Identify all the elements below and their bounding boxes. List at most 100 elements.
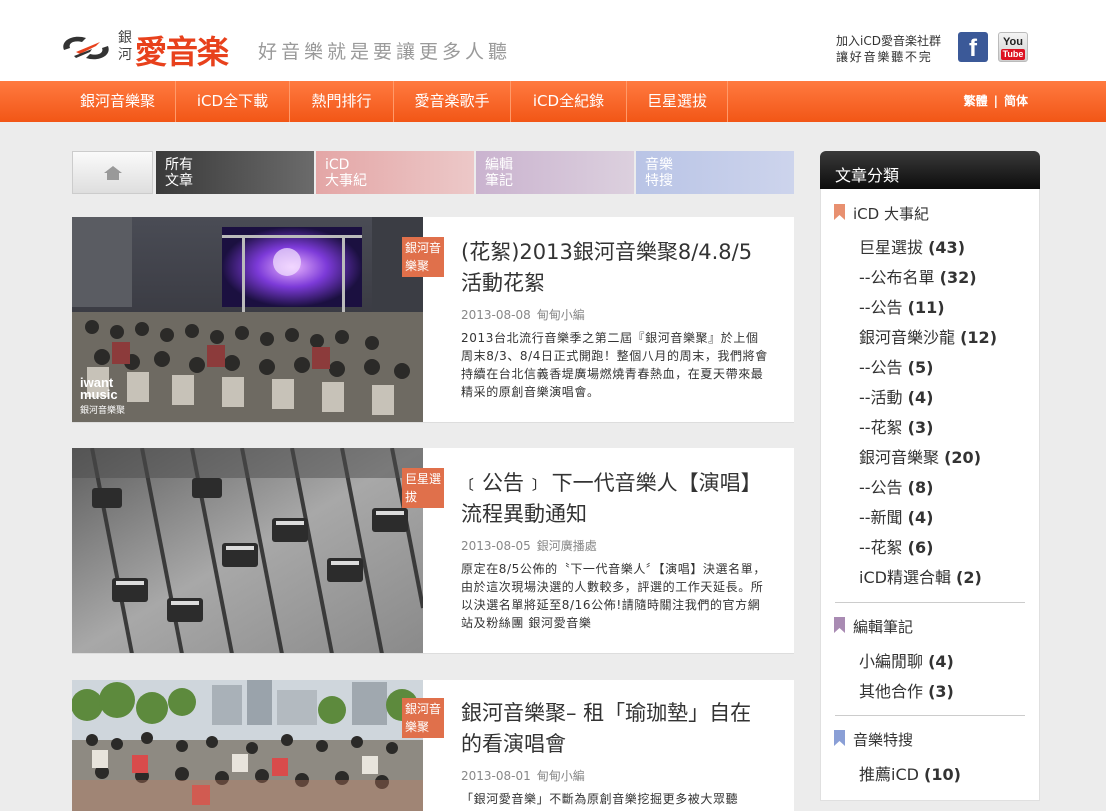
sidebar-item[interactable]: iCD精選合輯 (2) xyxy=(859,564,982,588)
article-author[interactable]: 甸甸小編 xyxy=(537,308,585,322)
article-meta: 2013-08-08 甸甸小編 xyxy=(461,306,585,323)
tab-icd-line1: iCD xyxy=(325,157,350,173)
join-community-text: 加入iCD愛音楽社群 讓好音樂聽不完 xyxy=(836,33,941,65)
sidebar-divider xyxy=(835,602,1025,603)
logo-text[interactable]: 愛音楽 xyxy=(135,27,229,73)
article-title[interactable]: (花絮)2013銀河音樂聚8/4.8/5活動花絮 xyxy=(461,237,761,299)
tab-all-line2: 文章 xyxy=(165,173,193,189)
category-badge[interactable]: 銀河音樂聚 xyxy=(402,698,444,738)
sidebar-category-icd-events[interactable]: iCD 大事紀 xyxy=(853,203,929,224)
sidebar-item-label: --公告 xyxy=(859,298,903,317)
sidebar-item-label: --公布名單 xyxy=(859,268,935,287)
tab-all-line1: 所有 xyxy=(165,157,193,173)
nav-item-icd-download[interactable]: iCD全下載 xyxy=(176,81,290,122)
sidebar-item[interactable]: 推薦iCD (10) xyxy=(859,761,961,785)
article-meta: 2013-08-01 甸甸小編 xyxy=(461,767,585,784)
youtube-label-top: You xyxy=(1003,36,1023,48)
lang-simplified[interactable]: 简体 xyxy=(1004,94,1028,108)
category-badge[interactable]: 巨星選拔 xyxy=(402,468,444,508)
tab-editor-line2: 筆記 xyxy=(485,173,513,189)
tab-music-line1: 音樂 xyxy=(645,157,673,173)
sidebar-item-count: (4) xyxy=(928,652,954,671)
sidebar-item[interactable]: 銀河音樂聚 (20) xyxy=(859,444,981,468)
sidebar-divider xyxy=(835,715,1025,716)
sidebar-item-count: (3) xyxy=(928,682,954,701)
sidebar-item[interactable]: --公告 (5) xyxy=(859,354,933,378)
sidebar-item-label: --活動 xyxy=(859,388,903,407)
lang-traditional[interactable]: 繁體 xyxy=(964,94,988,108)
sidebar-item-label: --公告 xyxy=(859,478,903,497)
tab-music-search[interactable]: 音樂 特搜 xyxy=(636,151,794,194)
tab-icd-line2: 大事紀 xyxy=(325,173,367,189)
sidebar-item-count: (3) xyxy=(907,418,934,437)
sidebar-item[interactable]: --花絮 (6) xyxy=(859,534,933,558)
sidebar-item-label: --公告 xyxy=(859,358,903,377)
sidebar-item-count: (20) xyxy=(944,448,981,467)
article-title[interactable]: 銀河音樂聚– 租「瑜珈墊」自在的看演唱會 xyxy=(461,698,761,760)
sidebar-item-count: (4) xyxy=(907,388,934,407)
tab-music-line2: 特搜 xyxy=(645,173,673,189)
sidebar-item[interactable]: --花絮 (3) xyxy=(859,414,933,438)
sidebar-item[interactable]: --公告 (8) xyxy=(859,474,933,498)
nav-item-star-selection[interactable]: 巨星選拔 xyxy=(627,81,728,122)
sidebar-item-label: --花絮 xyxy=(859,418,903,437)
sidebar-item[interactable]: --公布名單 (32) xyxy=(859,264,977,288)
sidebar-item[interactable]: --活動 (4) xyxy=(859,384,933,408)
sidebar-item-count: (32) xyxy=(939,268,977,287)
article-card: iwant music 銀河音樂聚 銀河音樂聚 (花絮)2013銀河音樂聚8/4… xyxy=(72,217,794,423)
tab-all-articles[interactable]: 所有 文章 xyxy=(156,151,314,194)
article-excerpt: 2013台北流行音樂季之第二屆『銀河音樂聚』於上個周末8/3、8/4日正式開跑！… xyxy=(461,331,768,399)
facebook-icon[interactable]: f xyxy=(958,32,988,62)
nav-item-artists[interactable]: 愛音楽歌手 xyxy=(394,81,511,122)
article-author[interactable]: 銀河廣播處 xyxy=(537,539,597,553)
sidebar-categories: iCD 大事紀 巨星選拔 (43) --公布名單 (32) --公告 (11) … xyxy=(820,189,1040,801)
sidebar-item-count: (5) xyxy=(907,358,934,377)
sidebar-item-count: (11) xyxy=(907,298,945,317)
sidebar-item-count: (43) xyxy=(928,238,965,257)
category-badge[interactable]: 銀河音樂聚 xyxy=(402,237,444,277)
article-card: 巨星選拔 ﹝公告﹞ 下一代音樂人【演唱】流程異動通知 2013-08-05 銀河廣… xyxy=(72,448,794,654)
article-date: 2013-08-08 xyxy=(461,308,531,322)
sidebar-title: 文章分類 xyxy=(820,151,1040,189)
tab-icd-events[interactable]: iCD 大事紀 xyxy=(316,151,474,194)
article-meta: 2013-08-05 銀河廣播處 xyxy=(461,537,597,554)
sidebar-item-label: iCD精選合輯 xyxy=(859,568,951,587)
sidebar-item-label: 小編閒聊 xyxy=(859,652,924,671)
sidebar-item-count: (10) xyxy=(924,765,961,784)
nav-item-galaxy-music[interactable]: 銀河音樂聚 xyxy=(60,81,176,122)
sidebar-item[interactable]: --公告 (11) xyxy=(859,294,945,318)
site-header: 銀河 愛音楽 好音樂就是要讓更多人聽 加入iCD愛音楽社群 讓好音樂聽不完 f … xyxy=(0,0,1106,81)
sidebar-item[interactable]: 巨星選拔 (43) xyxy=(859,234,965,258)
tab-home[interactable] xyxy=(72,151,153,194)
sidebar-category-music-search[interactable]: 音樂特搜 xyxy=(853,729,913,750)
article-title[interactable]: ﹝公告﹞ 下一代音樂人【演唱】流程異動通知 xyxy=(461,468,761,530)
sidebar-item[interactable]: 小編閒聊 (4) xyxy=(859,648,954,672)
article-image-crowd[interactable] xyxy=(72,680,423,811)
article-date: 2013-08-05 xyxy=(461,539,531,553)
sidebar-item-count: (8) xyxy=(907,478,934,497)
article-excerpt: 原定在8/5公佈的〝下一代音樂人〞【演唱】決選名單，由於這次現場決選的人數較多，… xyxy=(461,562,766,630)
article-image-mixer[interactable] xyxy=(72,448,423,654)
bookmark-icon xyxy=(834,730,845,746)
logo-sub-text: 銀河 xyxy=(118,30,132,63)
sidebar-item-label: 推薦iCD xyxy=(859,765,919,784)
site-logo-icon[interactable] xyxy=(56,28,116,68)
sidebar-item-label: 銀河音樂沙龍 xyxy=(859,328,956,347)
sidebar-item-count: (4) xyxy=(907,508,934,527)
lang-separator: | xyxy=(993,94,998,108)
sidebar-category-editor-notes[interactable]: 編輯筆記 xyxy=(853,616,913,637)
tab-editor-notes[interactable]: 編輯 筆記 xyxy=(476,151,634,194)
sidebar-item[interactable]: 其他合作 (3) xyxy=(859,678,954,702)
watermark-sub-text: 銀河音樂聚 xyxy=(80,405,126,415)
sidebar-item[interactable]: --新聞 (4) xyxy=(859,504,933,528)
bookmark-icon xyxy=(834,204,845,220)
nav-item-icd-records[interactable]: iCD全紀錄 xyxy=(511,81,627,122)
language-switch: 繁體 | 简体 xyxy=(964,81,1028,122)
article-author[interactable]: 甸甸小編 xyxy=(537,769,585,783)
sidebar-item-count: (12) xyxy=(960,328,997,347)
join-line-1: 加入iCD愛音楽社群 xyxy=(836,34,941,48)
nav-item-top-charts[interactable]: 熱門排行 xyxy=(290,81,394,122)
sidebar-item-count: (2) xyxy=(956,568,982,587)
youtube-icon[interactable]: You Tube xyxy=(998,32,1028,62)
sidebar-item[interactable]: 銀河音樂沙龍 (12) xyxy=(859,324,997,348)
